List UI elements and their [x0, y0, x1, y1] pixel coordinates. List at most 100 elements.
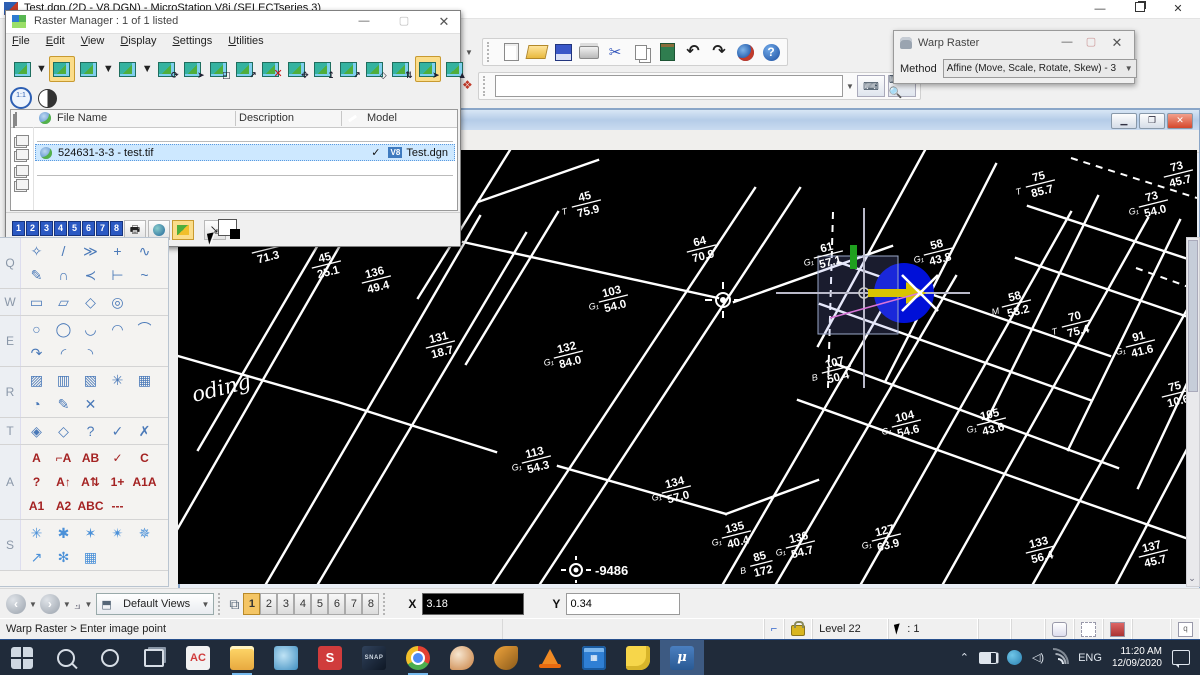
toolbar-drag-handle[interactable]	[487, 42, 493, 62]
clip-raster-icon[interactable]: ◰	[207, 57, 231, 81]
delete-tags-tool-icon[interactable]: ✗	[131, 419, 158, 443]
edit-tags-tool-icon[interactable]: ◇	[50, 419, 77, 443]
pattern-area-tool-icon[interactable]: ▧	[77, 368, 104, 392]
snap-mode-icon[interactable]: ⌐	[764, 619, 784, 639]
delete-pattern-tool-icon[interactable]: ✕	[77, 392, 104, 416]
rm-menu-file[interactable]: File	[12, 35, 30, 51]
copy-increment-tool-icon[interactable]: A1A	[131, 470, 158, 494]
mirror-raster-icon[interactable]: ⇅	[389, 57, 413, 81]
view-next-button[interactable]: ›	[40, 594, 60, 614]
x-coordinate-input[interactable]	[422, 593, 524, 615]
keyin-drag-handle[interactable]	[483, 76, 489, 96]
change-case-tool-icon[interactable]: C	[131, 446, 158, 470]
rm-maximize-button[interactable]: ▢	[391, 15, 417, 29]
chrome-app[interactable]	[396, 640, 440, 675]
help-icon[interactable]: ?	[759, 41, 783, 63]
distance-point-tool-icon[interactable]: ↗	[23, 545, 50, 569]
construct-points-tool-icon[interactable]: ✱	[50, 521, 77, 545]
place-point-tool-icon[interactable]: +	[104, 239, 131, 263]
view-toggle-7[interactable]: 7	[345, 593, 362, 615]
smartline-tool-icon[interactable]: ✧	[23, 239, 50, 263]
contrast-icon[interactable]	[38, 89, 57, 108]
place-arc-tool-icon[interactable]: ◡	[77, 317, 104, 341]
rm-view-toggle-5[interactable]: 5	[68, 221, 81, 236]
arc-extend-tool-icon[interactable]: ↷	[23, 341, 50, 365]
view-toggle-3[interactable]: 3	[277, 593, 294, 615]
view-rotation-icon[interactable]: ⟓	[74, 596, 81, 613]
place-multiline-tool-icon[interactable]: ≫	[77, 239, 104, 263]
spell-check-tool-icon[interactable]: ✓	[104, 446, 131, 470]
view-groups-icon[interactable]: ⧉	[229, 596, 239, 613]
rotate-raster-icon[interactable]: ◇	[363, 57, 387, 81]
attach-raster-icon[interactable]	[116, 57, 140, 81]
snap-app[interactable]: SNAP	[352, 640, 396, 675]
view-toggle-8[interactable]: 8	[362, 593, 379, 615]
place-active-point-tool-icon[interactable]: ✳	[23, 521, 50, 545]
file-explorer-app[interactable]	[220, 640, 264, 675]
select-raster-icon[interactable]: ➤	[181, 57, 205, 81]
task-view-button[interactable]	[132, 640, 176, 675]
scroll-down-icon[interactable]: ⌄	[1187, 573, 1197, 584]
copy-enter-data-tool-icon[interactable]: A1	[23, 494, 50, 518]
view-previous-dropdown[interactable]: ▼	[29, 600, 37, 609]
along-element-point-tool-icon[interactable]: ✵	[131, 521, 158, 545]
edit-field-tool-icon[interactable]: ABC	[77, 494, 104, 518]
scrollbar-thumb[interactable]	[1188, 240, 1198, 392]
paint-app[interactable]	[440, 640, 484, 675]
auto-save-icon[interactable]	[1045, 619, 1074, 639]
battery-icon[interactable]	[979, 652, 997, 664]
paste-icon[interactable]	[655, 41, 679, 63]
matrix-tool-icon[interactable]: ▦	[77, 545, 104, 569]
design-history-icon[interactable]	[1103, 619, 1132, 639]
open-file-icon[interactable]	[525, 41, 549, 63]
sticky-notes-app[interactable]	[616, 640, 660, 675]
hatch-area-tool-icon[interactable]: ▨	[23, 368, 50, 392]
warp-maximize-button[interactable]: ▢	[1078, 36, 1104, 50]
active-level[interactable]: Level 22	[812, 619, 888, 639]
arc-edit-tool-icon[interactable]: ◠	[104, 317, 131, 341]
photo-app[interactable]	[264, 640, 308, 675]
half-ellipse-tool-icon[interactable]: ⌒	[131, 317, 158, 341]
place-ellipse-tool-icon[interactable]: ◯	[50, 317, 77, 341]
view-toggle-2[interactable]: 2	[260, 593, 277, 615]
pattern-query-tool-icon[interactable]: ▦	[131, 368, 158, 392]
edit-pattern-tool-icon[interactable]: ✎	[50, 392, 77, 416]
intersect-point-tool-icon[interactable]: ✴	[104, 521, 131, 545]
saved-views-select[interactable]: ⬒ Default Views ▼	[96, 593, 214, 615]
minimize-button[interactable]: —	[1085, 2, 1115, 16]
fill-field-tool-icon[interactable]: ---	[104, 494, 131, 518]
review-tags-tool-icon[interactable]: ?	[77, 419, 104, 443]
show-pattern-tool-icon[interactable]: ◔	[23, 392, 50, 416]
copy-raster-icon[interactable]: ↥	[311, 57, 335, 81]
new-file-icon[interactable]	[499, 41, 523, 63]
vlc-app[interactable]	[528, 640, 572, 675]
interval-tool-icon[interactable]: ⊢	[104, 263, 131, 287]
fillet-tool-icon[interactable]: ◜	[50, 341, 77, 365]
file-name-column[interactable]: File Name	[57, 112, 107, 124]
palette-scrollbar[interactable]: ⌄	[1186, 237, 1200, 587]
view-toggle-5[interactable]: 5	[311, 593, 328, 615]
warp-raster-icon[interactable]: ➤	[415, 56, 441, 82]
clock[interactable]: 11:20 AM 12/09/2020	[1112, 646, 1162, 670]
view-minimize-button[interactable]: ▁	[1111, 113, 1137, 129]
view-toggle-1[interactable]: 1	[243, 593, 260, 615]
view-toggle-6[interactable]: 6	[328, 593, 345, 615]
save-file-icon[interactable]	[551, 41, 575, 63]
zoom-1-1-icon[interactable]: 1:1	[10, 87, 32, 109]
match-text-tool-icon[interactable]: A↑	[50, 470, 77, 494]
volume-icon[interactable]: ◁)	[1032, 651, 1044, 664]
copy-icon[interactable]	[629, 41, 653, 63]
attach-tags-tool-icon[interactable]: ◈	[23, 419, 50, 443]
close-button[interactable]: ✕	[1163, 2, 1193, 16]
list-display-icon[interactable]	[49, 56, 75, 82]
rm-menu-display[interactable]: Display	[120, 35, 156, 51]
view-rotation-dropdown[interactable]: ▼	[84, 600, 92, 609]
connect-icon[interactable]	[733, 41, 757, 63]
tray-expand-icon[interactable]: ⌃	[960, 651, 969, 664]
snagit-app[interactable]: S	[308, 640, 352, 675]
rm-view-toggle-2[interactable]: 2	[26, 221, 39, 236]
compose-curve-tool-icon[interactable]: ~	[131, 263, 158, 287]
place-line-tool-icon[interactable]: /	[50, 239, 77, 263]
freehand-sketch-tool-icon[interactable]: ✎	[23, 263, 50, 287]
rm-close-button[interactable]: ✕	[431, 15, 457, 29]
